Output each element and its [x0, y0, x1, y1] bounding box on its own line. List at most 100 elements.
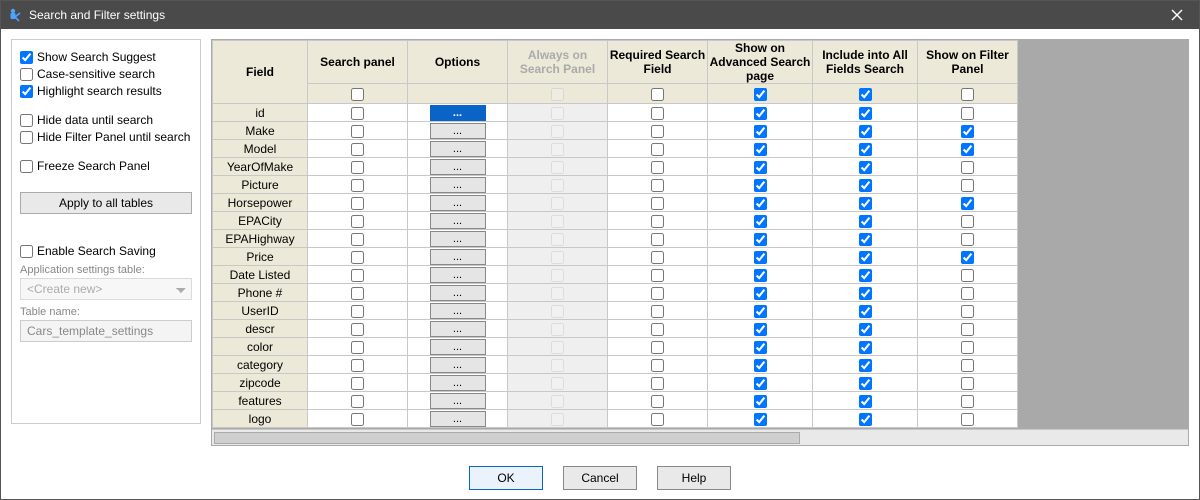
row-check-required[interactable] — [651, 125, 664, 138]
row-check-required[interactable] — [651, 341, 664, 354]
row-check-filter[interactable] — [961, 251, 974, 264]
highlight-checkbox[interactable]: Highlight search results — [20, 84, 192, 98]
row-field-name[interactable]: id — [213, 104, 308, 122]
row-check-search-panel[interactable] — [351, 197, 364, 210]
row-check-filter[interactable] — [961, 395, 974, 408]
row-options-button[interactable]: ... — [430, 285, 486, 301]
case-sensitive-input[interactable] — [20, 68, 33, 81]
freeze-input[interactable] — [20, 160, 33, 173]
row-field-name[interactable]: zipcode — [213, 374, 308, 392]
header-check-filter[interactable] — [961, 88, 974, 101]
row-check-filter[interactable] — [961, 269, 974, 282]
header-check-advanced[interactable] — [754, 88, 767, 101]
row-options-button[interactable]: ... — [430, 411, 486, 427]
row-check-advanced[interactable] — [754, 125, 767, 138]
row-check-required[interactable] — [651, 233, 664, 246]
row-check-allfields[interactable] — [859, 197, 872, 210]
row-check-filter[interactable] — [961, 305, 974, 318]
row-check-advanced[interactable] — [754, 233, 767, 246]
row-field-name[interactable]: Picture — [213, 176, 308, 194]
row-check-filter[interactable] — [961, 287, 974, 300]
row-field-name[interactable]: Horsepower — [213, 194, 308, 212]
row-check-required[interactable] — [651, 287, 664, 300]
show-suggest-checkbox[interactable]: Show Search Suggest — [20, 50, 192, 64]
row-options-button[interactable]: ... — [430, 231, 486, 247]
row-check-allfields[interactable] — [859, 125, 872, 138]
row-check-filter[interactable] — [961, 233, 974, 246]
row-options-button[interactable]: ... — [430, 249, 486, 265]
row-check-allfields[interactable] — [859, 269, 872, 282]
horizontal-scrollbar[interactable] — [212, 429, 1188, 445]
row-check-allfields[interactable] — [859, 359, 872, 372]
freeze-checkbox[interactable]: Freeze Search Panel — [20, 159, 192, 173]
table-name-input[interactable] — [20, 320, 192, 342]
row-check-advanced[interactable] — [754, 287, 767, 300]
row-field-name[interactable]: Price — [213, 248, 308, 266]
row-check-search-panel[interactable] — [351, 251, 364, 264]
row-check-search-panel[interactable] — [351, 323, 364, 336]
row-check-advanced[interactable] — [754, 161, 767, 174]
row-check-advanced[interactable] — [754, 305, 767, 318]
row-field-name[interactable]: YearOfMake — [213, 158, 308, 176]
show-suggest-input[interactable] — [20, 51, 33, 64]
row-check-filter[interactable] — [961, 377, 974, 390]
row-check-search-panel[interactable] — [351, 125, 364, 138]
row-check-filter[interactable] — [961, 161, 974, 174]
close-button[interactable] — [1155, 1, 1199, 29]
ok-button[interactable]: OK — [469, 466, 543, 490]
row-check-allfields[interactable] — [859, 413, 872, 426]
row-check-search-panel[interactable] — [351, 161, 364, 174]
row-check-advanced[interactable] — [754, 179, 767, 192]
case-sensitive-checkbox[interactable]: Case-sensitive search — [20, 67, 192, 81]
row-check-advanced[interactable] — [754, 323, 767, 336]
row-check-allfields[interactable] — [859, 305, 872, 318]
row-check-required[interactable] — [651, 413, 664, 426]
row-check-allfields[interactable] — [859, 179, 872, 192]
row-field-name[interactable]: Phone # — [213, 284, 308, 302]
row-check-required[interactable] — [651, 179, 664, 192]
row-check-required[interactable] — [651, 161, 664, 174]
row-check-advanced[interactable] — [754, 377, 767, 390]
row-check-advanced[interactable] — [754, 215, 767, 228]
row-field-name[interactable]: color — [213, 338, 308, 356]
row-field-name[interactable]: Make — [213, 122, 308, 140]
row-check-search-panel[interactable] — [351, 395, 364, 408]
row-check-required[interactable] — [651, 197, 664, 210]
row-field-name[interactable]: Date Listed — [213, 266, 308, 284]
row-options-button[interactable]: ... — [430, 195, 486, 211]
cancel-button[interactable]: Cancel — [563, 466, 637, 490]
row-check-allfields[interactable] — [859, 161, 872, 174]
row-check-advanced[interactable] — [754, 197, 767, 210]
row-field-name[interactable]: EPACity — [213, 212, 308, 230]
row-options-button[interactable]: ... — [430, 357, 486, 373]
row-field-name[interactable]: descr — [213, 320, 308, 338]
row-check-allfields[interactable] — [859, 107, 872, 120]
hide-filter-checkbox[interactable]: Hide Filter Panel until search — [20, 130, 192, 144]
row-check-allfields[interactable] — [859, 323, 872, 336]
row-check-search-panel[interactable] — [351, 107, 364, 120]
hide-data-checkbox[interactable]: Hide data until search — [20, 113, 192, 127]
row-check-required[interactable] — [651, 359, 664, 372]
row-check-filter[interactable] — [961, 197, 974, 210]
row-options-button[interactable]: ... — [430, 177, 486, 193]
highlight-input[interactable] — [20, 85, 33, 98]
row-options-button[interactable]: ... — [430, 339, 486, 355]
row-check-search-panel[interactable] — [351, 287, 364, 300]
row-check-advanced[interactable] — [754, 395, 767, 408]
row-options-button[interactable]: ... — [430, 267, 486, 283]
row-field-name[interactable]: logo — [213, 410, 308, 428]
apply-all-button[interactable]: Apply to all tables — [20, 192, 192, 214]
row-check-required[interactable] — [651, 377, 664, 390]
row-check-filter[interactable] — [961, 341, 974, 354]
row-options-button[interactable]: ... — [430, 303, 486, 319]
row-check-allfields[interactable] — [859, 251, 872, 264]
row-check-search-panel[interactable] — [351, 359, 364, 372]
row-check-filter[interactable] — [961, 179, 974, 192]
row-check-search-panel[interactable] — [351, 413, 364, 426]
row-check-advanced[interactable] — [754, 341, 767, 354]
row-check-search-panel[interactable] — [351, 143, 364, 156]
row-check-search-panel[interactable] — [351, 377, 364, 390]
row-options-button[interactable]: ... — [430, 123, 486, 139]
row-check-search-panel[interactable] — [351, 233, 364, 246]
row-options-button[interactable]: ... — [430, 375, 486, 391]
